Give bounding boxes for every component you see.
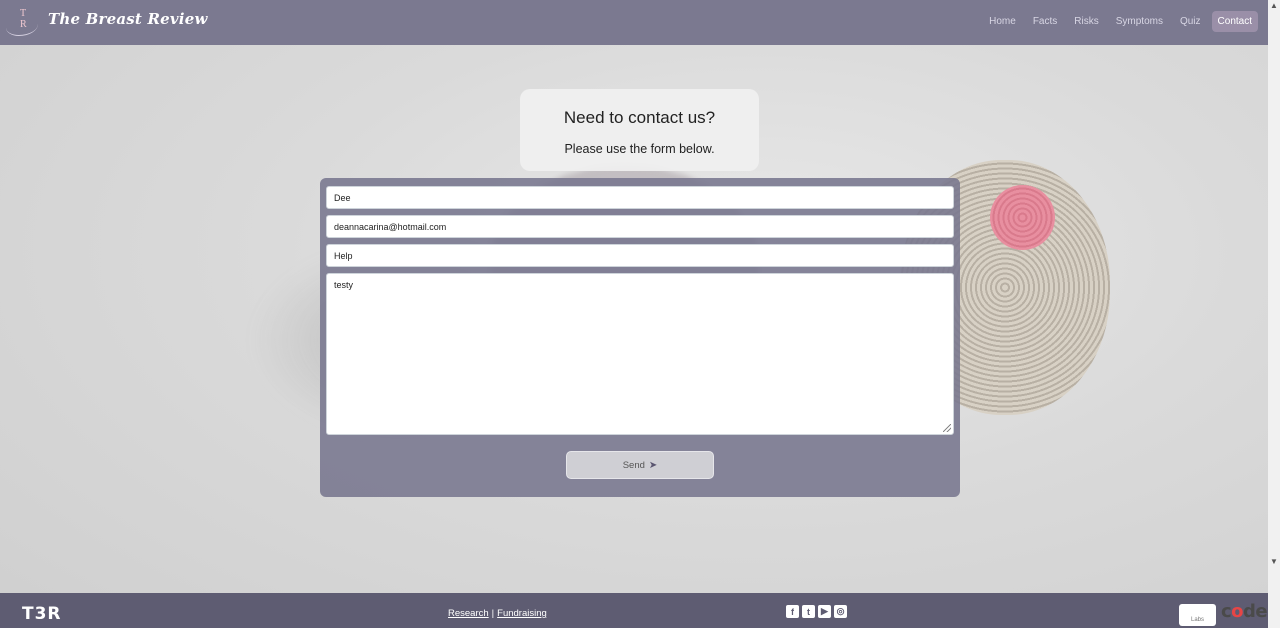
- scroll-down-arrow-icon[interactable]: ▼: [1268, 556, 1280, 568]
- contact-heading-card: Need to contact us? Please use the form …: [520, 89, 759, 171]
- footer-logo[interactable]: T3R: [22, 604, 62, 624]
- page-title: Need to contact us?: [563, 108, 716, 127]
- scroll-up-arrow-icon[interactable]: ▲: [1268, 0, 1280, 12]
- nav-symptoms[interactable]: Symptoms: [1110, 11, 1169, 32]
- knitted-ball-pink-center: [990, 185, 1055, 250]
- code-logo-suffix: de: [1243, 601, 1268, 622]
- twitter-icon[interactable]: t: [802, 605, 815, 618]
- social-links: f t ▶ ◎: [786, 605, 847, 618]
- instagram-icon[interactable]: ◎: [834, 605, 847, 618]
- scrollbar[interactable]: ▲ ▼: [1268, 0, 1280, 628]
- send-button[interactable]: Send ➤: [566, 451, 714, 479]
- contact-form: Dee deannacarina@hotmail.com Help testy …: [320, 178, 960, 497]
- code-logo-o: o: [1231, 601, 1244, 622]
- nav-contact[interactable]: Contact: [1211, 11, 1258, 32]
- site-header: T R The Breast Review Home Facts Risks S…: [0, 0, 1268, 45]
- nav-facts[interactable]: Facts: [1027, 11, 1063, 32]
- name-field[interactable]: Dee: [326, 186, 954, 209]
- resize-grip-icon[interactable]: [943, 424, 951, 432]
- code-institute-logo[interactable]: code: [1221, 601, 1268, 622]
- message-textarea[interactable]: testy: [326, 273, 954, 435]
- site-brand-title[interactable]: The Breast Review: [48, 10, 208, 28]
- footer-link-separator: |: [491, 608, 495, 619]
- site-logo-icon[interactable]: T R: [6, 8, 40, 36]
- nav-risks[interactable]: Risks: [1068, 11, 1104, 32]
- nav-home[interactable]: Home: [983, 11, 1022, 32]
- footer-links: Research | Fundraising: [448, 608, 547, 619]
- send-button-label: Send: [622, 459, 645, 471]
- footer-link-research[interactable]: Research: [448, 608, 489, 619]
- logo-swirl: [6, 16, 38, 36]
- page-subtitle: Please use the form below.: [564, 142, 715, 156]
- sponsor-label: Labs: [1190, 617, 1204, 623]
- facebook-icon[interactable]: f: [786, 605, 799, 618]
- sponsor-labs-logo[interactable]: Labs: [1179, 604, 1216, 626]
- paper-plane-icon: ➤: [648, 459, 658, 471]
- email-field[interactable]: deannacarina@hotmail.com: [326, 215, 954, 238]
- nav-quiz[interactable]: Quiz: [1174, 11, 1207, 32]
- message-text: testy: [334, 280, 354, 290]
- youtube-icon[interactable]: ▶: [818, 605, 831, 618]
- code-logo-prefix: c: [1221, 601, 1232, 622]
- subject-field[interactable]: Help: [326, 244, 954, 267]
- site-footer: T3R Research | Fundraising f t ▶ ◎ Labs co…: [0, 593, 1268, 628]
- footer-link-fundraising[interactable]: Fundraising: [497, 608, 547, 619]
- main-nav: Home Facts Risks Symptoms Quiz Contact: [978, 11, 1258, 32]
